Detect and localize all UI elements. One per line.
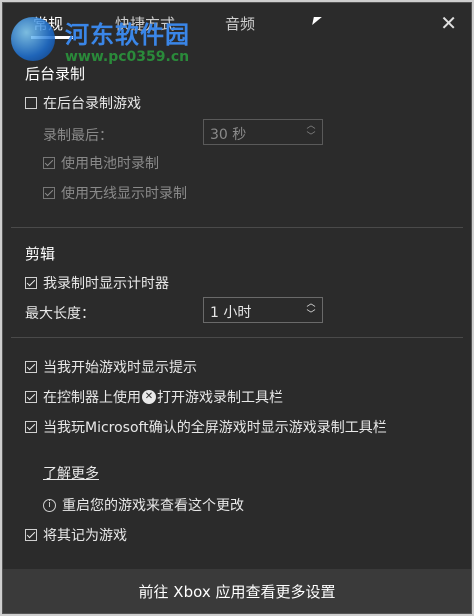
xbox-logo-icon: ✕ <box>142 390 156 404</box>
record-wireless-display-checkbox[interactable]: 使用无线显示时录制 <box>43 183 187 203</box>
checkbox-icon <box>25 529 37 541</box>
mouse-cursor-icon <box>312 17 322 25</box>
restart-note-text: 重启您的游戏来查看这个更改 <box>62 498 244 514</box>
checkbox-label: 我录制时显示计时器 <box>43 276 169 292</box>
record-last-label: 录制最后： <box>43 128 113 144</box>
tab-shortcuts[interactable]: 快捷方式 <box>115 13 175 34</box>
background-recording-heading: 后台录制 <box>25 65 86 83</box>
tab-general[interactable]: 常规 <box>33 13 63 34</box>
open-xbox-app-link[interactable]: 前往 Xbox 应用查看更多设置 <box>3 581 471 602</box>
controller-toolbar-checkbox[interactable]: 在控制器上使用 ✕ 打开游戏录制工具栏 <box>25 387 283 407</box>
checkbox-icon <box>25 277 37 289</box>
record-last-value: 30 秒 <box>210 127 247 143</box>
clip-heading: 剪辑 <box>25 245 56 263</box>
checkbox-icon <box>43 187 55 199</box>
checkbox-label: 使用无线显示时录制 <box>61 186 187 202</box>
spinner-arrows-icon[interactable]: ︿ ﹀ <box>304 299 318 321</box>
checkbox-icon <box>25 97 37 109</box>
checkbox-icon <box>43 157 55 169</box>
checkbox-label: 使用电池时录制 <box>61 156 159 172</box>
record-on-battery-checkbox[interactable]: 使用电池时录制 <box>43 153 159 173</box>
remember-as-game-checkbox[interactable]: 将其记为游戏 <box>25 525 127 545</box>
fullscreen-toolbar-checkbox[interactable]: 当我玩Microsoft确认的全屏游戏时显示游戏录制工具栏 <box>25 417 387 437</box>
close-icon[interactable]: ✕ <box>440 11 457 35</box>
section-divider <box>11 337 463 338</box>
spinner-arrows-icon[interactable]: ︿ ﹀ <box>304 121 318 143</box>
game-bar-settings-panel: 常规 快捷方式 音频 ✕ 河东软件园 www.pc0359.cn 后台录制 在后… <box>2 2 472 614</box>
checkbox-label: 将其记为游戏 <box>43 528 127 544</box>
max-length-value: 1 小时 <box>210 305 252 321</box>
checkbox-label-prefix: 在控制器上使用 <box>43 390 141 406</box>
show-tips-checkbox[interactable]: 当我开始游戏时显示提示 <box>25 357 197 377</box>
checkbox-label-suffix: 打开游戏录制工具栏 <box>157 390 283 406</box>
tab-audio[interactable]: 音频 <box>225 13 255 34</box>
section-divider <box>11 227 463 228</box>
checkbox-label: 当我玩Microsoft确认的全屏游戏时显示游戏录制工具栏 <box>43 420 387 436</box>
checkbox-label: 当我开始游戏时显示提示 <box>43 360 197 376</box>
tab-bar: 常规 快捷方式 音频 ✕ <box>3 3 471 43</box>
footer-bar: 前往 Xbox 应用查看更多设置 <box>3 569 471 613</box>
learn-more-link[interactable]: 了解更多 <box>43 463 99 483</box>
record-in-background-checkbox[interactable]: 在后台录制游戏 <box>25 93 141 113</box>
record-last-spinner[interactable]: 30 秒 ︿ ﹀ <box>203 119 323 145</box>
restart-note: i 重启您的游戏来查看这个更改 <box>43 495 244 515</box>
checkbox-icon <box>25 421 37 433</box>
max-length-spinner[interactable]: 1 小时 ︿ ﹀ <box>203 297 323 323</box>
checkbox-label: 在后台录制游戏 <box>43 96 141 112</box>
max-length-label: 最大长度： <box>25 306 95 322</box>
show-timer-checkbox[interactable]: 我录制时显示计时器 <box>25 273 169 293</box>
info-icon: i <box>43 498 56 512</box>
active-tab-indicator <box>31 36 73 39</box>
checkbox-icon <box>25 361 37 373</box>
checkbox-icon <box>25 391 37 403</box>
